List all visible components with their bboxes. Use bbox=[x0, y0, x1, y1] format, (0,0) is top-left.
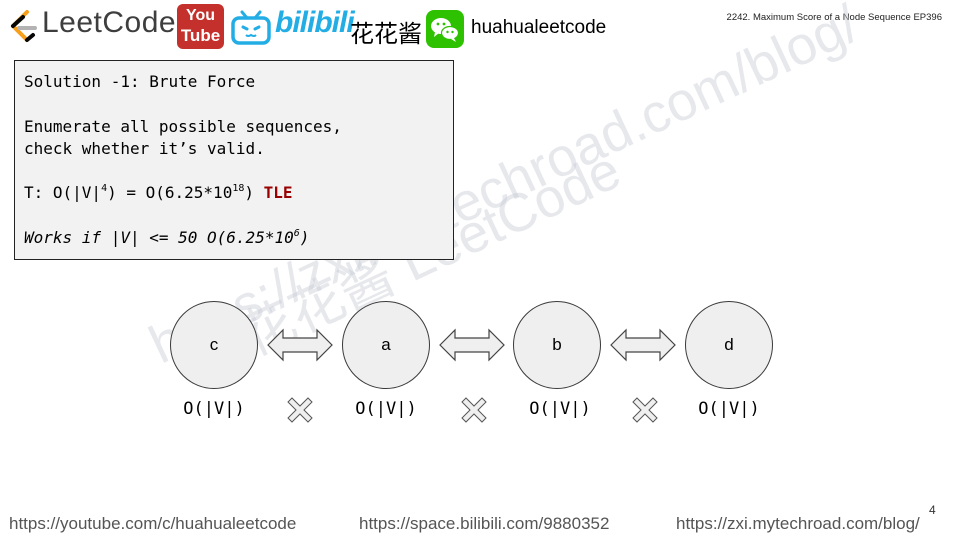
solution-desc-line1: Enumerate all possible sequences, bbox=[24, 117, 342, 136]
cost-label-c: O(|V|) bbox=[183, 399, 245, 419]
works-suffix: ) bbox=[299, 228, 310, 247]
solution-title: Solution -1: Brute Force bbox=[24, 72, 256, 91]
youtube-logo-top: You bbox=[185, 7, 216, 24]
solution-box: Solution -1: Brute Force Enumerate all p… bbox=[14, 60, 454, 260]
multiply-icon bbox=[461, 397, 487, 423]
header: LeetCode You Tube bilibili 花花酱 huahualee… bbox=[0, 0, 960, 56]
node-d: d bbox=[685, 301, 773, 389]
works-prefix: Works if |V| <= 50 O(6.25*10 bbox=[24, 228, 294, 247]
works-line: Works if |V| <= 50 O(6.25*106) bbox=[24, 228, 309, 247]
bilibili-wordmark: bilibili bbox=[275, 6, 355, 39]
leetcode-logo-icon bbox=[11, 10, 37, 42]
footer-blog-link[interactable]: https://zxi.mytechroad.com/blog/ bbox=[676, 514, 920, 534]
cost-label-a: O(|V|) bbox=[355, 399, 417, 419]
time-prefix: T: O(|V| bbox=[24, 183, 102, 202]
author-chinese-name: 花花酱 bbox=[350, 20, 422, 48]
multiply-icon bbox=[632, 397, 658, 423]
time-suffix: ) bbox=[244, 183, 264, 202]
time-complexity-line: T: O(|V|4) = O(6.25*1018) TLE bbox=[24, 183, 293, 202]
double-arrow-icon bbox=[610, 328, 676, 362]
time-mid: ) = O(6.25*10 bbox=[107, 183, 233, 202]
episode-title: 2242. Maximum Score of a Node Sequence E… bbox=[726, 12, 942, 23]
node-a: a bbox=[342, 301, 430, 389]
time-exponent-2: 18 bbox=[232, 183, 245, 194]
footer-youtube-link[interactable]: https://youtube.com/c/huahualeetcode bbox=[9, 514, 296, 534]
node-b: b bbox=[513, 301, 601, 389]
wechat-icon bbox=[426, 10, 464, 48]
cost-label-d: O(|V|) bbox=[698, 399, 760, 419]
double-arrow-icon bbox=[439, 328, 505, 362]
cost-label-b: O(|V|) bbox=[529, 399, 591, 419]
youtube-logo-bottom: Tube bbox=[180, 26, 221, 45]
bilibili-tv-icon bbox=[231, 10, 271, 45]
multiply-icon bbox=[287, 397, 313, 423]
node-c: c bbox=[170, 301, 258, 389]
footer-bilibili-link[interactable]: https://space.bilibili.com/9880352 bbox=[359, 514, 609, 534]
solution-desc-line2: check whether it’s valid. bbox=[24, 139, 265, 158]
tle-label: TLE bbox=[263, 183, 293, 202]
page-number: 4 bbox=[929, 503, 936, 517]
youtube-logo-icon: You Tube bbox=[177, 4, 224, 49]
double-arrow-icon bbox=[267, 328, 333, 362]
wechat-handle: huahualeetcode bbox=[471, 17, 607, 38]
leetcode-wordmark: LeetCode bbox=[42, 6, 177, 39]
